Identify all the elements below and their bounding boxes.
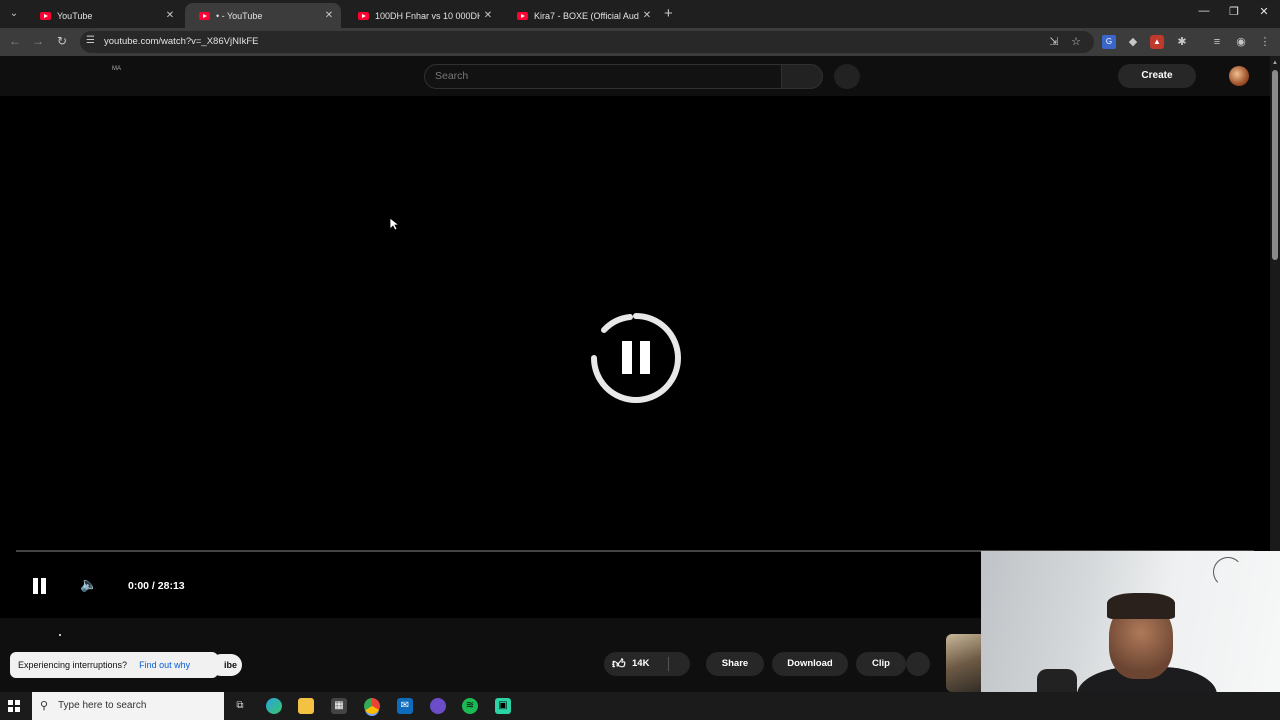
media-controls-icon[interactable]: ≡ <box>1210 35 1224 49</box>
like-button[interactable]: 👍︎ 14K <box>604 652 690 676</box>
thumbs-up-icon: 👍︎ <box>612 656 626 671</box>
scrollbar-thumb[interactable] <box>1272 70 1278 260</box>
youtube-favicon-icon <box>199 11 210 20</box>
voice-search-button[interactable] <box>834 64 860 89</box>
back-icon[interactable]: ← <box>7 34 23 48</box>
translate-extension-icon[interactable]: G <box>1102 35 1116 49</box>
url-text: youtube.com/watch?v=_X86VjNIkFE <box>104 36 259 47</box>
restore-icon[interactable]: ❐ <box>1224 5 1244 18</box>
video-time: 0:00 / 28:13 <box>128 580 185 592</box>
edge-icon[interactable] <box>266 698 282 714</box>
site-info-icon[interactable]: ☰ <box>86 35 95 46</box>
messenger-icon[interactable] <box>430 698 446 714</box>
find-out-why-link[interactable]: Find out why <box>139 660 190 670</box>
interruption-toast: Experiencing interruptions? Find out why <box>10 652 218 678</box>
browser-toolbar: ← → ↻ ☰ youtube.com/watch?v=_X86VjNIkFE … <box>0 28 1280 56</box>
tab-close-icon[interactable]: ✕ <box>162 10 178 21</box>
share-button[interactable]: Share <box>706 652 764 676</box>
extension-red-icon[interactable]: ▲ <box>1150 35 1164 49</box>
tab-title: • - YouTube <box>216 10 263 21</box>
store-icon[interactable]: ▦ <box>331 698 347 714</box>
tab-title: 100DH Fnhar vs 10 000DH Fnhar <box>375 10 480 21</box>
address-bar[interactable]: ☰ youtube.com/watch?v=_X86VjNIkFE <box>80 31 1094 53</box>
tab-close-icon[interactable]: ✕ <box>639 10 655 21</box>
like-divider <box>668 657 669 671</box>
tab-search-chevron-icon[interactable]: ⌄ <box>5 6 23 22</box>
webcam-cable <box>1213 557 1243 587</box>
youtube-favicon-icon <box>358 11 369 20</box>
bookmark-star-icon[interactable]: ☆ <box>1069 35 1083 49</box>
search-box[interactable] <box>424 64 782 89</box>
status-dot <box>59 634 61 636</box>
search-button[interactable] <box>781 64 823 89</box>
more-actions-button[interactable] <box>906 652 930 676</box>
create-button[interactable]: Create <box>1118 64 1196 88</box>
avatar[interactable] <box>1229 66 1249 86</box>
app-green-icon[interactable]: ▣ <box>495 698 511 714</box>
youtube-header: MA Create <box>0 56 1270 96</box>
pause-spinner-icon <box>591 313 681 403</box>
scroll-up-icon[interactable]: ▲ <box>1272 60 1278 66</box>
clip-button[interactable]: Clip <box>856 652 906 676</box>
new-tab-icon[interactable]: + <box>664 5 673 22</box>
pause-icon[interactable] <box>30 576 50 596</box>
tab-title: Kira7 - BOXE (Official Audio) - YouTube <box>534 10 639 21</box>
task-view-icon[interactable]: ⧉ <box>232 698 248 714</box>
taskbar-search[interactable]: ⚲ Type here to search <box>32 692 224 720</box>
minimize-icon[interactable]: — <box>1194 5 1214 17</box>
mouse-cursor-icon <box>389 217 399 231</box>
volume-icon[interactable]: 🔈 <box>80 576 97 593</box>
outlook-icon[interactable]: ✉ <box>397 698 413 714</box>
browser-tab[interactable]: 100DH Fnhar vs 10 000DH Fnhar ✕ <box>344 3 500 28</box>
forward-icon[interactable]: → <box>30 34 46 48</box>
search-input[interactable] <box>435 70 765 82</box>
install-app-icon[interactable]: ⇲ <box>1047 35 1061 49</box>
recommended-video-thumbnail[interactable] <box>946 634 986 692</box>
extension-diamond-icon[interactable]: ◆ <box>1126 35 1140 49</box>
chrome-icon[interactable] <box>364 698 380 714</box>
file-explorer-icon[interactable] <box>298 698 314 714</box>
windows-start-icon[interactable] <box>8 700 20 712</box>
profile-icon[interactable]: ◉ <box>1234 35 1248 49</box>
youtube-favicon-icon <box>517 11 528 20</box>
spotify-icon[interactable]: ≋ <box>462 698 478 714</box>
windows-taskbar: ⚲ Type here to search ⧉ ▦ ✉ ≋ ▣ <box>0 692 1280 720</box>
download-button[interactable]: Download <box>772 652 848 676</box>
youtube-favicon-icon <box>40 11 51 20</box>
browser-tab[interactable]: Kira7 - BOXE (Official Audio) - YouTube … <box>503 3 659 28</box>
window-close-icon[interactable]: ✕ <box>1254 5 1274 18</box>
tab-close-icon[interactable]: ✕ <box>480 10 496 21</box>
video-player[interactable]: 🔈 0:00 / 28:13 <box>0 96 1270 618</box>
search-icon: ⚲ <box>40 700 49 712</box>
browser-tab[interactable]: YouTube ✕ <box>26 3 182 28</box>
extensions-puzzle-icon[interactable]: ✱ <box>1175 35 1189 49</box>
taskbar-search-placeholder: Type here to search <box>58 700 147 711</box>
youtube-logo-text[interactable]: MA <box>112 66 121 72</box>
toast-message: Experiencing interruptions? <box>18 660 128 670</box>
browser-tab-active[interactable]: • - YouTube ✕ <box>185 3 341 28</box>
tab-close-icon[interactable]: ✕ <box>321 10 337 21</box>
webcam-person-hair <box>1107 593 1175 619</box>
like-count: 14K <box>632 658 650 669</box>
tab-title: YouTube <box>57 10 93 21</box>
browser-tab-strip: ⌄ YouTube ✕ • - YouTube ✕ 100DH Fnhar vs… <box>0 0 1280 28</box>
reload-icon[interactable]: ↻ <box>54 34 70 48</box>
browser-menu-icon[interactable]: ⋮ <box>1258 35 1272 49</box>
subscribe-label: ibe <box>224 660 238 670</box>
